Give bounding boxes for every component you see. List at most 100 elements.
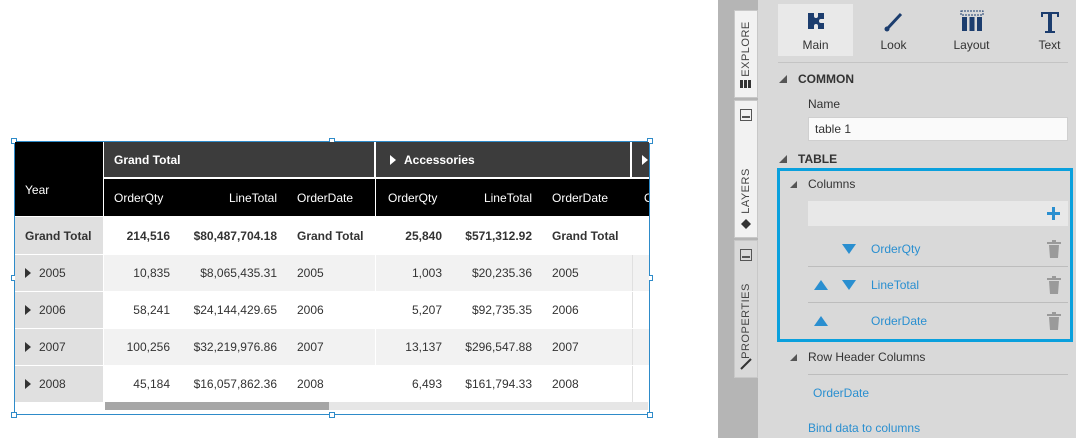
table-cell[interactable]: $32,219,976.86 [178, 329, 285, 365]
table-cell[interactable]: $8,065,435.31 [178, 255, 285, 291]
table-cell[interactable]: 25,840 [376, 217, 450, 254]
column-header[interactable]: O [632, 179, 649, 216]
group-header-label: Accessories [404, 152, 475, 167]
column-name[interactable]: LineTotal [871, 278, 919, 292]
table-cell[interactable]: 2005 [540, 255, 632, 291]
toolbar-look-button[interactable]: Look [856, 4, 931, 56]
expand-arrow-icon[interactable] [642, 154, 648, 165]
column-name[interactable]: OrderQty [871, 242, 920, 256]
table-cell-partial [632, 366, 649, 402]
table-cell[interactable]: 214,516 [104, 217, 178, 254]
table-cell[interactable]: 100,256 [104, 329, 178, 365]
resize-handle-bottom-left[interactable] [11, 412, 17, 418]
resize-handle-bottom-right[interactable] [647, 412, 653, 418]
trash-icon[interactable] [1047, 240, 1061, 258]
name-input[interactable] [808, 117, 1068, 141]
table-cell[interactable]: Grand Total [285, 217, 375, 254]
tab-properties-label: PROPERTIES [740, 283, 752, 359]
table-cell[interactable]: 2008 [285, 366, 375, 402]
toolbar-main-button[interactable]: Main [778, 4, 853, 56]
row-header-year[interactable]: 2007 [15, 329, 103, 365]
move-up-icon[interactable] [814, 316, 828, 326]
collapse-arrow-icon[interactable] [790, 354, 797, 361]
group-header-next[interactable] [632, 142, 649, 177]
table-cell[interactable]: $20,235.36 [450, 255, 540, 291]
table-cell[interactable]: 2007 [540, 329, 632, 365]
side-tab-strip: EXPLORE LAYERS PROPERTIES [718, 0, 758, 438]
expand-arrow-icon[interactable] [25, 342, 31, 352]
table-cell-partial [632, 292, 649, 328]
column-header[interactable]: OrderQty [104, 179, 178, 216]
table-cell[interactable]: 5,207 [376, 292, 450, 328]
column-header[interactable]: LineTotal [450, 179, 540, 216]
toolbar-text-label: Text [1038, 38, 1061, 52]
column-row-orderdate[interactable]: OrderDate [808, 304, 1068, 339]
row-header-year[interactable]: 2008 [15, 366, 103, 402]
tab-layers[interactable]: LAYERS [734, 100, 758, 238]
move-down-icon[interactable] [842, 244, 856, 254]
table-cell[interactable]: 2008 [540, 366, 632, 402]
row-header-divider [808, 374, 1068, 375]
table-cell[interactable]: 2006 [285, 292, 375, 328]
expand-arrow-icon[interactable] [25, 379, 31, 389]
dashboard-canvas[interactable]: Year Grand Total Accessories OrderQty Li… [0, 0, 718, 438]
table-cell[interactable]: $24,144,429.65 [178, 292, 285, 328]
table-cell[interactable]: 2007 [285, 329, 375, 365]
row-header-year[interactable]: 2005 [15, 255, 103, 291]
tab-explore[interactable]: EXPLORE [734, 10, 758, 98]
column-header[interactable]: LineTotal [178, 179, 285, 216]
table-cell[interactable]: 58,241 [104, 292, 178, 328]
toolbar-text-button[interactable]: Text [1012, 4, 1076, 56]
column-row-orderqty[interactable]: OrderQty [808, 232, 1068, 267]
bind-data-link[interactable]: Bind data to columns [808, 421, 920, 435]
collapse-arrow-icon[interactable] [790, 181, 797, 188]
table-cell[interactable]: $80,487,704.18 [178, 217, 285, 254]
trash-icon[interactable] [1047, 312, 1061, 330]
move-up-icon[interactable] [814, 280, 828, 290]
table-cell[interactable]: 1,003 [376, 255, 450, 291]
table-cell[interactable]: $571,312.92 [450, 217, 540, 254]
collapse-arrow-icon[interactable] [779, 75, 787, 83]
table-cell[interactable]: 10,835 [104, 255, 178, 291]
section-table-title: TABLE [798, 152, 838, 166]
column-header[interactable]: OrderQty [376, 179, 450, 216]
tab-properties[interactable]: PROPERTIES [734, 240, 758, 378]
paintbrush-icon [884, 12, 902, 32]
move-down-icon[interactable] [842, 280, 856, 290]
collapse-arrow-icon[interactable] [779, 155, 787, 163]
expand-arrow-icon[interactable] [25, 268, 31, 278]
year-header: Year [15, 142, 103, 216]
table-cell[interactable]: $16,057,862.36 [178, 366, 285, 402]
table-cell[interactable]: 13,137 [376, 329, 450, 365]
properties-panel-icon [740, 249, 752, 261]
trash-icon[interactable] [1047, 276, 1061, 294]
toolbar-main-label: Main [802, 38, 829, 52]
table-cell[interactable]: 6,493 [376, 366, 450, 402]
expand-arrow-icon[interactable] [390, 154, 396, 165]
table-cell[interactable]: 2006 [540, 292, 632, 328]
column-header[interactable]: OrderDate [285, 179, 375, 216]
group-header-accessories[interactable]: Accessories [376, 142, 630, 177]
add-column-icon[interactable] [1047, 207, 1060, 220]
table-cell[interactable]: 45,184 [104, 366, 178, 402]
brush-icon [740, 358, 752, 370]
toolbar-look-label: Look [880, 38, 907, 52]
table-cell[interactable]: $161,794.33 [450, 366, 540, 402]
table-cell[interactable]: Grand Total [540, 217, 632, 254]
column-row-linetotal[interactable]: LineTotal [808, 268, 1068, 303]
row-header-year[interactable]: 2006 [15, 292, 103, 328]
horizontal-scrollbar-thumb[interactable] [105, 402, 329, 410]
column-name[interactable]: OrderDate [871, 314, 927, 328]
table-cell[interactable]: $296,547.88 [450, 329, 540, 365]
table-cell[interactable]: 2005 [285, 255, 375, 291]
row-header-column-orderdate[interactable]: OrderDate [813, 386, 869, 400]
toolbar-layout-button[interactable]: Layout [934, 4, 1009, 56]
section-common-title: COMMON [798, 72, 854, 86]
puzzle-icon [807, 13, 824, 29]
tab-explore-label: EXPLORE [740, 21, 752, 77]
resize-handle-bottom[interactable] [329, 412, 335, 418]
column-header[interactable]: OrderDate [540, 179, 632, 216]
table-cell[interactable]: $92,735.35 [450, 292, 540, 328]
expand-arrow-icon[interactable] [25, 305, 31, 315]
row-header-label: 2005 [39, 266, 66, 280]
